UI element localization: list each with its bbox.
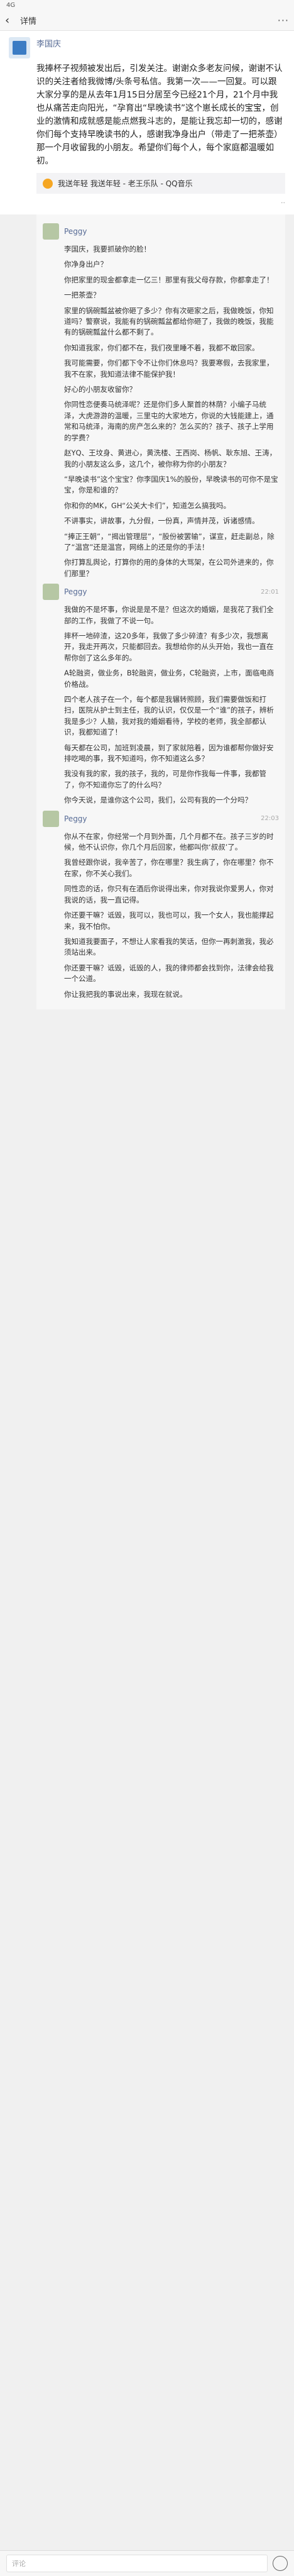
- post-author-row: 李国庆: [9, 37, 285, 58]
- avatar[interactable]: [9, 37, 30, 58]
- back-arrow-icon[interactable]: ‹: [5, 14, 18, 27]
- comment-paragraph: 不讲事实，讲故事，九分假，一份真，声情并茂，诉诸感情。: [64, 516, 259, 526]
- comment-paragraph: 每天都在公司，加班到凌晨，到了家就陪着，因为谁都帮你做好安排吃喝的事，我不知道吗…: [64, 743, 274, 763]
- moment-post: 李国庆 我捧杯子视频被发出后，引发关注。谢谢众多老友问候，谢谢不认识的关注者给我…: [0, 31, 294, 214]
- comment-paragraph: 李国庆，我要抓破你的脸！: [64, 245, 151, 253]
- page: 4G ‹ 详情 ··· 李国庆 我捧杯子视频被发出后，引发关注。谢谢众多老友问候…: [0, 0, 294, 2576]
- post-more-button[interactable]: ··: [281, 199, 285, 207]
- status-bar: 4G: [0, 0, 294, 10]
- comment-bar: 评论: [0, 2550, 294, 2576]
- comment-paragraph: 摔杯一地碎渣，这20多年，我做了多少碎渣？有多少次，我想离开，我走开两次，只能都…: [64, 631, 274, 662]
- comments-section: Peggy 李国庆，我要抓破你的脸！ 你净身出户？ 你把家里的现金都拿走一亿三！那里有…: [36, 214, 285, 1009]
- commenter-name[interactable]: Peggy: [64, 814, 87, 823]
- comment-paragraph: 你知道我家，你们都不在，我们夜里睡不着，我都不敢回家。: [64, 343, 259, 352]
- post-meta: ··: [36, 199, 285, 207]
- more-options-icon[interactable]: ···: [278, 14, 289, 26]
- comment-paragraph: 你同性恋便奏马统泽呢？还是你们多人聚首的林荫？小编子马统泽，大虎游游的温暖，三里…: [64, 400, 274, 442]
- post-text: 我捧杯子视频被发出后，引发关注。谢谢众多老友问候，谢谢不认识的关注者给我微博/头…: [36, 64, 283, 166]
- comment-time: 22:01: [261, 588, 279, 596]
- comment-paragraph: A轮融资，做业务，B轮融资，做业务，C轮融资，上市，面临电商价格战。: [64, 669, 275, 689]
- shared-music-title: 我送年轻 我送年轻 - 老王乐队 - QQ音乐: [58, 179, 193, 188]
- comment-list: Peggy 李国庆，我要抓破你的脸！ 你净身出户？ 你把家里的现金都拿走一亿三！那里有…: [43, 223, 279, 1000]
- avatar[interactable]: [43, 584, 59, 601]
- comment-header: Peggy 22:03: [43, 810, 279, 827]
- commenter-name[interactable]: Peggy: [64, 587, 87, 596]
- avatar[interactable]: [43, 223, 59, 240]
- comment-header: Peggy: [43, 223, 279, 240]
- page-title: 详情: [20, 16, 37, 26]
- comment-paragraph: 同性恋的话，你只有在酒后你说得出来，你对我说你爱男人，你对我说的话，我一直记得。: [64, 884, 274, 904]
- comment-paragraph: “捧正王朝”，“揭出管理层”，“股份被罢输”，谋宣，赶走副总，除了“温宫”还是温…: [64, 531, 275, 552]
- comment-paragraph: 好心的小朋友收留你？: [64, 385, 136, 394]
- avatar[interactable]: [43, 810, 59, 827]
- comment-paragraph: 你和你的MK，GH“公关大卡们”，知道怎么搞我吗。: [64, 501, 231, 510]
- comment-paragraph: 你把家里的现金都拿走一亿三！那里有我父母存款，你都拿走了！: [64, 275, 274, 284]
- comment-paragraph: 我做的不是坏事，你说是是不是？但这次的婚姻，是我花了我们全部的工作，我做了不说一…: [64, 605, 274, 625]
- music-icon: [43, 178, 53, 189]
- comment-paragraph: 我曾经跟你说，我辛苦了，你在哪里？我生病了，你在哪里？你不在家，你不关心我们。: [64, 858, 274, 878]
- comment-paragraph: 我知道我要面子，不想让人家看我的笑话，但你一再刺激我，我必须站出来。: [64, 936, 274, 957]
- app-bar: ‹ 详情 ···: [0, 10, 294, 31]
- comment-item: Peggy 李国庆，我要抓破你的脸！ 你净身出户？ 你把家里的现金都拿走一亿三！那里有…: [43, 223, 279, 579]
- status-network: 4G: [6, 1, 16, 9]
- comment-paragraph: 我可能需要，你们都下令不让你们休息吗？我要寒假，去我家里，我不在家，我知道法律不…: [64, 358, 274, 379]
- comment-paragraph: 你从不在家，你经常一个月到外面，几个月都不在。孩子三岁的时候，他不认识你，你几个…: [64, 831, 274, 852]
- comment-body: 李国庆，我要抓破你的脸！ 你净身出户？ 你把家里的现金都拿走一亿三！那里有我父母存款…: [64, 244, 279, 579]
- logo-icon: [13, 41, 26, 55]
- comment-item: Peggy 22:03 你从不在家，你经常一个月到外面，几个月都不在。孩子三岁的时候…: [43, 810, 279, 1000]
- comment-paragraph: 你还要干嘛？诋毁，诋毁的人，我的律师都会找到你，法律会给我一个公道。: [64, 963, 274, 984]
- comment-body: 我做的不是坏事，你说是是不是？但这次的婚姻，是我花了我们全部的工作，我做了不说一…: [64, 604, 279, 806]
- comment-paragraph: 我没有我的家，我的孩子，我的，可是你作我每一件事，我都管了，你不知道你忘了的什么…: [64, 769, 266, 789]
- comment-paragraph: 你还要干嘛？诋毁，我可以，我也可以，我一个女人，我也能撑起来，我不怕你。: [64, 911, 274, 931]
- shared-music-card[interactable]: 我送年轻 我送年轻 - 老王乐队 - QQ音乐: [36, 173, 285, 194]
- comment-paragraph: 家里的锅碗瓢盆被你砸了多少？你有次砸家之后，我做晚饭，你知道吗？警察说，我能有的…: [64, 306, 274, 337]
- comment-paragraph: 你今天说，是谁你这个公司，我们，公司有我的一个分吗？: [64, 796, 252, 805]
- comment-body: 你从不在家，你经常一个月到外面，几个月都不在。孩子三岁的时候，他不认识你，你几个…: [64, 831, 279, 1000]
- emoji-icon[interactable]: [273, 2556, 288, 2571]
- comment-paragraph: 一把茶壶？: [64, 291, 101, 300]
- comment-paragraph: 你净身出户？: [64, 260, 107, 269]
- comment-item: Peggy 22:01 我做的不是坏事，你说是是不是？但这次的婚姻，是我花了我们全部…: [43, 584, 279, 806]
- comment-input[interactable]: 评论: [6, 2555, 268, 2572]
- comment-paragraph: 你让我把我的事说出来，我现在就说。: [64, 989, 187, 999]
- author-name[interactable]: 李国庆: [36, 37, 61, 49]
- commenter-name[interactable]: Peggy: [64, 227, 87, 236]
- comment-paragraph: 你打算乱舆论，打算你的用的身体的大骂架，在公司外进来的，你们那里？: [64, 558, 274, 578]
- comment-paragraph: 赵YQ、王坟身、黄进心，黄洗楼、王西岗、杨帆、耿东旭、王涛，我的小朋友这么多，这…: [64, 448, 277, 469]
- comment-time: 22:03: [261, 815, 279, 823]
- comment-header: Peggy 22:01: [43, 584, 279, 601]
- comment-paragraph: 四个老人孩子在一个，每个都是我辗转照顾，我们需要做饭和打扫，医院从护士到主任，我…: [64, 695, 274, 737]
- comment-paragraph: “早晚读书”这个宝宝？你李国庆1%的股份，早晚读书的可你不是宝宝，你是和谁的？: [64, 474, 278, 495]
